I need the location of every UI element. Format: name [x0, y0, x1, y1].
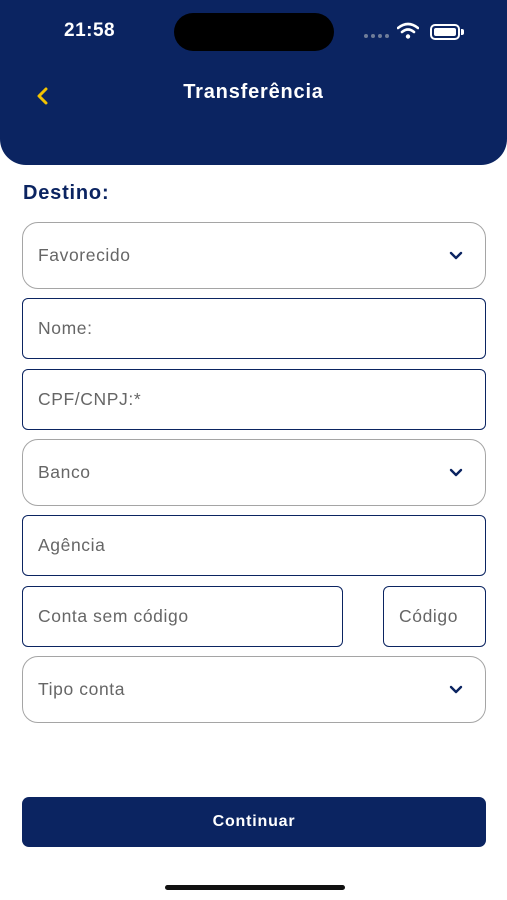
status-time: 21:58 [64, 20, 116, 41]
home-indicator[interactable] [165, 885, 345, 890]
battery-icon [430, 24, 464, 40]
dynamic-island [174, 13, 334, 51]
agencia-input[interactable]: Agência [22, 515, 486, 576]
banco-select[interactable]: Banco [22, 439, 486, 506]
header: 21:58 Transferência [0, 0, 507, 165]
chevron-left-icon [37, 87, 48, 105]
chevron-down-icon [449, 685, 463, 693]
agencia-placeholder: Agência [38, 535, 106, 555]
cpf-cnpj-placeholder: CPF/CNPJ:* [38, 389, 142, 409]
nome-placeholder: Nome: [38, 318, 93, 338]
chevron-down-icon [449, 251, 463, 259]
page-title: Transferência [183, 81, 324, 103]
favorecido-select[interactable]: Favorecido [22, 222, 486, 289]
continue-button[interactable]: Continuar [22, 797, 486, 847]
signal-icon [364, 34, 390, 39]
tipo-conta-placeholder: Tipo conta [38, 679, 126, 699]
codigo-input[interactable]: Código [383, 586, 486, 647]
section-label-destino: Destino: [23, 182, 110, 204]
back-button[interactable] [28, 80, 58, 112]
nome-input[interactable]: Nome: [22, 298, 486, 359]
codigo-placeholder: Código [399, 606, 459, 626]
cpf-cnpj-input[interactable]: CPF/CNPJ:* [22, 369, 486, 430]
wifi-icon [397, 22, 419, 39]
tipo-conta-select[interactable]: Tipo conta [22, 656, 486, 723]
banco-placeholder: Banco [38, 462, 91, 482]
chevron-down-icon [449, 468, 463, 476]
favorecido-placeholder: Favorecido [38, 245, 131, 265]
conta-input[interactable]: Conta sem código [22, 586, 343, 647]
conta-placeholder: Conta sem código [38, 606, 189, 626]
